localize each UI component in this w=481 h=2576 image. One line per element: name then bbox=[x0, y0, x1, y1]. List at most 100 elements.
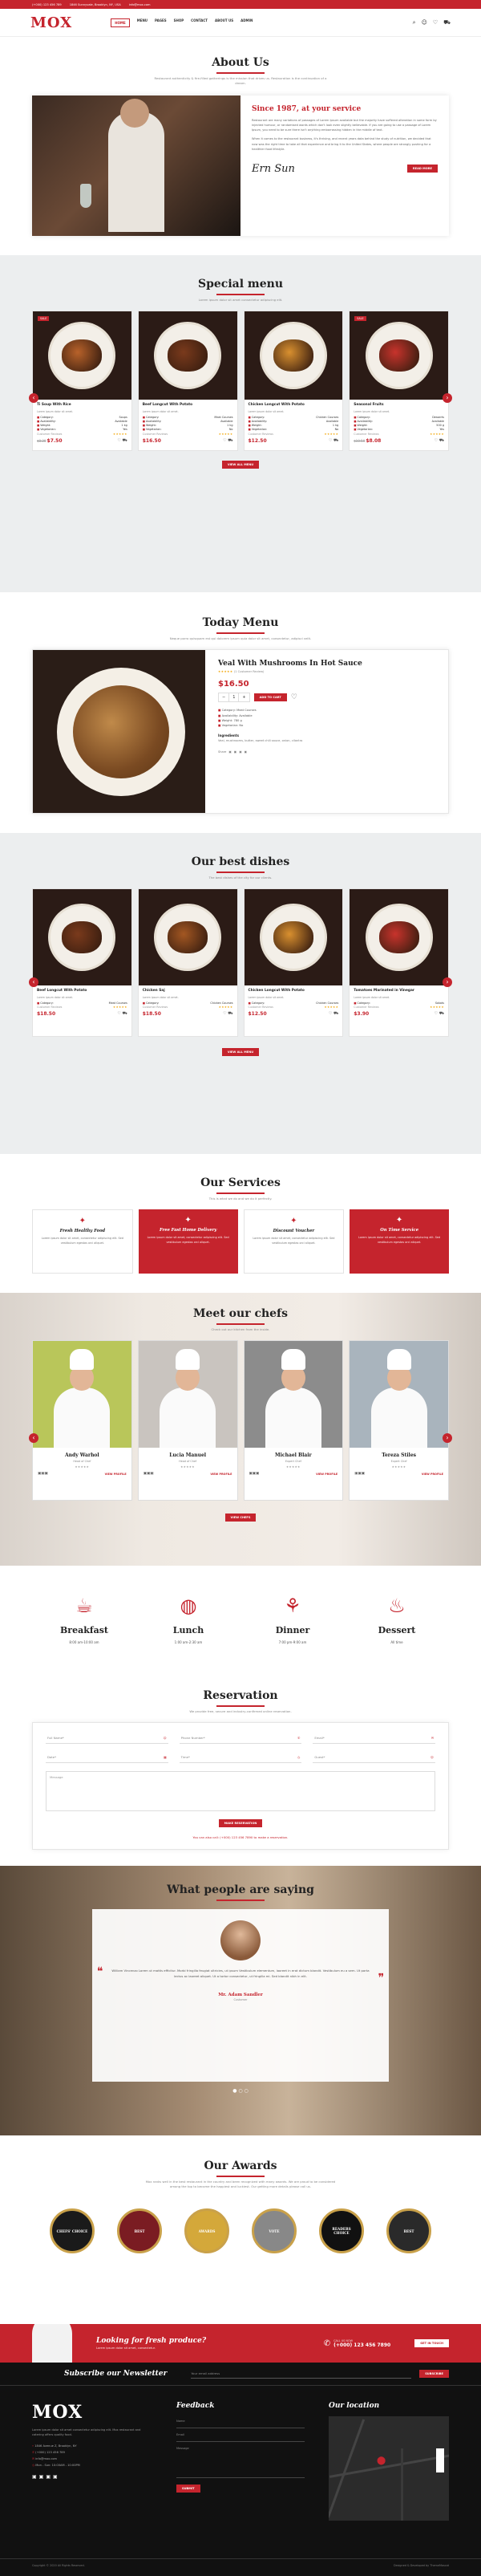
minus-icon[interactable]: − bbox=[219, 693, 228, 701]
twitter-icon[interactable]: ▣ bbox=[234, 750, 236, 754]
read-more-button[interactable]: READ MORE bbox=[406, 165, 438, 173]
slider-dots[interactable]: ● ○ ○ bbox=[0, 2088, 481, 2094]
nav-shop[interactable]: SHOP bbox=[174, 18, 184, 27]
view-profile-link[interactable]: VIEW PROFILE bbox=[316, 1473, 338, 1476]
cart-icon[interactable]: ⛟ bbox=[443, 19, 451, 26]
reservation-input[interactable]: Guest* ☺ bbox=[313, 1752, 435, 1764]
feedback-name-input[interactable]: Name bbox=[176, 2415, 305, 2428]
menu-card[interactable]: Chicken Longcut With Potato Lorem ipsum … bbox=[243, 311, 344, 452]
heart-icon[interactable]: ♡ bbox=[329, 1011, 332, 1016]
footer-phone[interactable]: ✆ (+000) 123 456 789 bbox=[32, 2450, 152, 2456]
search-icon[interactable]: ⌕ bbox=[413, 19, 416, 26]
nav-pages[interactable]: PAGES bbox=[155, 18, 167, 27]
facebook-icon[interactable]: ▣ bbox=[32, 2474, 37, 2480]
chef-photo[interactable] bbox=[244, 1341, 343, 1448]
twitter-icon[interactable]: ▣ bbox=[39, 2474, 44, 2480]
cart-icon[interactable]: ⛟ bbox=[122, 1011, 127, 1016]
get-in-touch-button[interactable]: GET IN TOUCH bbox=[414, 2339, 449, 2347]
dish-image[interactable]: SALE bbox=[350, 311, 448, 400]
view-all-menu-button[interactable]: VIEW ALL MENU bbox=[221, 461, 260, 469]
dish-image[interactable]: SALE bbox=[33, 311, 131, 400]
heart-icon[interactable]: ♡ bbox=[435, 438, 438, 443]
heart-icon[interactable]: ♡ bbox=[291, 693, 297, 701]
cart-icon[interactable]: ⛟ bbox=[333, 1011, 338, 1016]
chef-name[interactable]: Michael Blair bbox=[245, 1453, 343, 1458]
feedback-message-input[interactable]: Message bbox=[176, 2442, 305, 2478]
cart-icon[interactable]: ⛟ bbox=[228, 1011, 232, 1016]
instagram-icon[interactable]: ▣ bbox=[362, 1472, 365, 1476]
reservation-input[interactable]: Date* ▦ bbox=[46, 1752, 168, 1764]
reservation-input[interactable]: Full Name* ☺ bbox=[46, 1733, 168, 1745]
cart-icon[interactable]: ⛟ bbox=[228, 438, 232, 443]
chef-name[interactable]: Tereza Stiles bbox=[350, 1453, 448, 1458]
service-card[interactable]: ✦ On Time Service Lorem ipsum dolor sit … bbox=[350, 1209, 449, 1274]
quantity-value[interactable]: 1 bbox=[228, 693, 240, 702]
linkedin-icon[interactable]: ▣ bbox=[245, 750, 247, 754]
topbar-phone[interactable]: (+000) 123 456 789 bbox=[32, 3, 62, 6]
dish-name[interactable]: Beef Longcut With Potato bbox=[37, 989, 127, 994]
next-arrow-icon[interactable]: › bbox=[443, 1433, 452, 1443]
view-profile-link[interactable]: VIEW PROFILE bbox=[210, 1473, 232, 1476]
dish-image[interactable] bbox=[138, 889, 237, 986]
next-arrow-icon[interactable]: › bbox=[443, 393, 452, 403]
quantity-stepper[interactable]: − 1 + bbox=[218, 693, 250, 703]
dish-name[interactable]: Seasonal Fruits bbox=[354, 403, 444, 408]
facebook-icon[interactable]: ▣ bbox=[228, 750, 231, 754]
nav-contact[interactable]: CONTACT bbox=[191, 18, 208, 27]
dish-name[interactable]: Ti Soup With Rice bbox=[37, 403, 127, 408]
dish-image[interactable] bbox=[33, 889, 131, 986]
chef-photo[interactable] bbox=[33, 1341, 131, 1448]
location-map[interactable]: ⬤ bbox=[329, 2416, 449, 2521]
user-icon[interactable]: ☺ bbox=[422, 19, 427, 26]
next-arrow-icon[interactable]: › bbox=[443, 977, 452, 987]
heart-icon[interactable]: ♡ bbox=[223, 438, 226, 443]
dish-image[interactable] bbox=[244, 889, 343, 986]
service-card[interactable]: ✦ Discount Voucher Lorem ipsum dolor sit… bbox=[243, 1209, 345, 1274]
dish-name[interactable]: Chicken Saj bbox=[143, 989, 233, 994]
reservation-input[interactable]: Phone Number* ✆ bbox=[179, 1733, 302, 1745]
youtube-icon[interactable]: ▣ bbox=[53, 2474, 58, 2480]
dish-card[interactable]: Chicken Saj Lorem ipsum dolor sit amet. … bbox=[137, 888, 238, 1038]
nav-menu[interactable]: MENU bbox=[137, 18, 148, 27]
service-card[interactable]: ✦ Free Fast Home Delivery Lorem ipsum do… bbox=[138, 1209, 238, 1274]
footer-logo[interactable]: MOX bbox=[32, 2402, 152, 2423]
dish-name[interactable]: Chicken Longcut With Potato bbox=[249, 989, 339, 994]
cart-icon[interactable]: ⛟ bbox=[439, 1011, 444, 1016]
promo-phone[interactable]: (+000) 123 456 7890 bbox=[333, 2342, 390, 2348]
chef-card[interactable]: Andy Warhol Head of Chef ★★★★★ ▣▣▣ VIEW P… bbox=[32, 1340, 132, 1501]
make-reservation-button[interactable]: MAKE RESERVATION bbox=[218, 1819, 263, 1828]
view-all-dishes-button[interactable]: VIEW ALL MENU bbox=[221, 1048, 260, 1057]
service-card[interactable]: ✦ Fresh Healthy Food Lorem ipsum dolor s… bbox=[32, 1209, 133, 1274]
menu-card[interactable]: SALE Seasonal Fruits Lorem ipsum dolor s… bbox=[349, 311, 449, 452]
menu-card[interactable]: SALE Ti Soup With Rice Lorem ipsum dolor… bbox=[32, 311, 132, 452]
plus-icon[interactable]: + bbox=[239, 693, 249, 701]
prev-arrow-icon[interactable]: ‹ bbox=[29, 393, 38, 403]
dish-card[interactable]: Tomatoes Marinated in Vinegar Lorem ipsu… bbox=[349, 888, 449, 1038]
chef-card[interactable]: Michael Blair Expert Chef ★★★★★ ▣▣▣ VIEW … bbox=[243, 1340, 344, 1501]
message-field[interactable]: Message bbox=[46, 1771, 435, 1812]
nav-about[interactable]: ABOUT US bbox=[215, 18, 233, 27]
footer-email[interactable]: ✉ info@mox.com bbox=[32, 2456, 152, 2463]
dish-name[interactable]: Beef Longcut With Potato bbox=[143, 403, 233, 408]
menu-card[interactable]: Beef Longcut With Potato Lorem ipsum dol… bbox=[137, 311, 238, 452]
heart-icon[interactable]: ♡ bbox=[435, 1011, 438, 1016]
instagram-icon[interactable]: ▣ bbox=[256, 1472, 259, 1476]
chef-name[interactable]: Andy Warhol bbox=[33, 1453, 131, 1458]
dish-image[interactable] bbox=[350, 889, 448, 986]
instagram-icon[interactable]: ▣ bbox=[46, 2474, 51, 2480]
map-pin-icon[interactable]: ⬤ bbox=[377, 2456, 386, 2465]
nav-admin[interactable]: ADMIN bbox=[240, 18, 253, 27]
dish-name[interactable]: Tomatoes Marinated in Vinegar bbox=[354, 989, 444, 994]
reservation-input[interactable]: Time* ◷ bbox=[179, 1752, 302, 1764]
chef-card[interactable]: Tereza Stiles Expert Chef ★★★★★ ▣▣▣ VIEW … bbox=[349, 1340, 449, 1501]
prev-arrow-icon[interactable]: ‹ bbox=[29, 977, 38, 987]
chef-name[interactable]: Lucia Manuel bbox=[139, 1453, 237, 1458]
heart-icon[interactable]: ♡ bbox=[329, 438, 332, 443]
dish-image[interactable] bbox=[244, 311, 343, 400]
instagram-icon[interactable]: ▣ bbox=[45, 1472, 48, 1476]
chef-photo[interactable] bbox=[138, 1341, 237, 1448]
chef-photo[interactable] bbox=[350, 1341, 448, 1448]
feedback-email-input[interactable]: Email bbox=[176, 2428, 305, 2442]
add-to-cart-button[interactable]: ADD TO CART bbox=[253, 693, 287, 702]
heart-icon[interactable]: ♡ bbox=[433, 19, 438, 26]
